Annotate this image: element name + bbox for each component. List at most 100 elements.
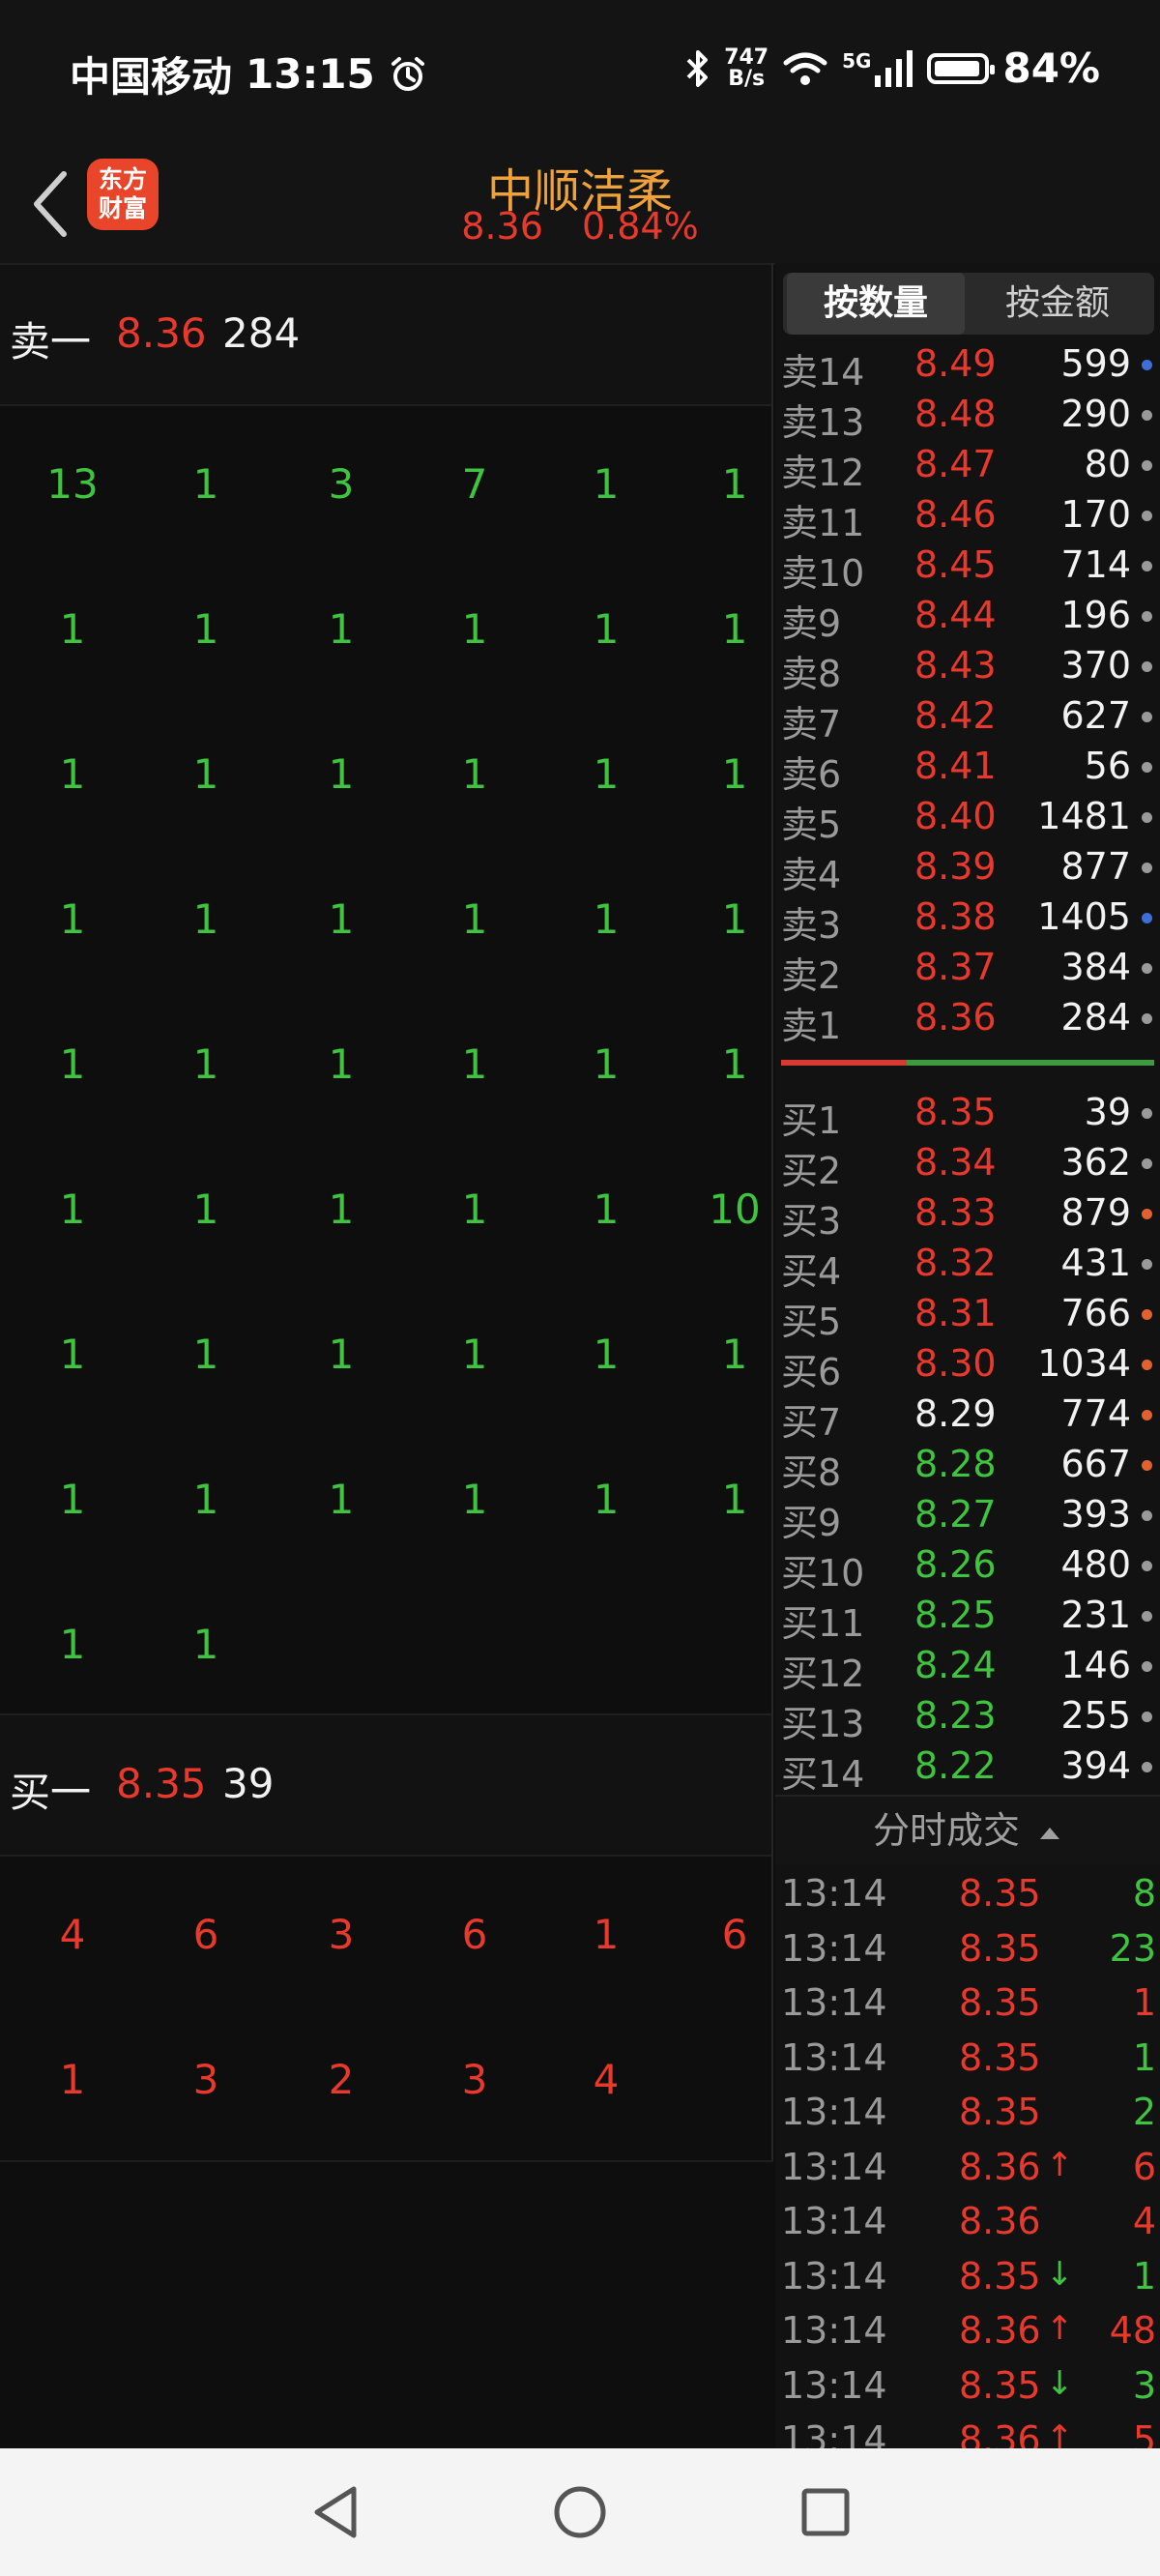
ask-level-qty: 290 [1060,393,1131,435]
ask-level-dot [1142,611,1152,622]
bid-book-row[interactable]: 买7 8.29 774 [775,1389,1160,1444]
tab-by-amount[interactable]: 按金额 [969,273,1146,335]
sell-queue-cell: 1 [721,895,748,943]
bid-level-price: 8.32 [914,1242,997,1284]
tick-price: 8.36 [959,2145,1041,2188]
ask-book-row[interactable]: 卖3 8.38 1405 [775,892,1160,947]
tab-by-quantity[interactable]: 按数量 [787,273,965,335]
bid-book-row[interactable]: 买3 8.33 879 [775,1187,1160,1243]
ask-book-row[interactable]: 卖5 8.40 1481 [775,791,1160,846]
tick-volume: 6 [1132,2145,1156,2188]
buy-queue-cell: 3 [328,1911,355,1958]
tick-price: 8.35 [959,2091,1041,2133]
bid-book-row[interactable]: 买6 8.30 1034 [775,1338,1160,1393]
ask-book-row[interactable]: 卖11 8.46 170 [775,489,1160,544]
tick-time: 13:14 [781,2035,887,2079]
ask-level-qty: 1481 [1037,795,1131,837]
bid-book-row[interactable]: 买12 8.24 146 [775,1640,1160,1695]
bid-level-label: 买6 [781,1351,842,1393]
net-type: 5G [842,48,872,73]
ask-book-row[interactable]: 卖6 8.41 56 [775,741,1160,796]
tick-row: 13:14 8.36 ↑ 48 [775,2301,1160,2356]
bid-book-row[interactable]: 买13 8.23 255 [775,1690,1160,1745]
ask-level-qty: 599 [1060,342,1131,385]
sell-queue-cell: 1 [59,1186,86,1233]
ask-book-row[interactable]: 卖9 8.44 196 [775,590,1160,645]
bid-book-row[interactable]: 买4 8.32 431 [775,1238,1160,1293]
ask-level-qty: 196 [1060,594,1131,636]
caret-up-icon [1040,1828,1060,1839]
sell-queue-row: 1 1 1 1 1 1 [0,1278,773,1423]
sell-queue-cell: 1 [593,1331,620,1378]
ask-level-price: 8.44 [914,594,997,636]
ask-book-row[interactable]: 卖10 8.45 714 [775,540,1160,595]
ask-book-row[interactable]: 卖7 8.42 627 [775,690,1160,746]
sell-queue-cell: 1 [593,750,620,798]
bid-book-row[interactable]: 买10 8.26 480 [775,1539,1160,1595]
bid-book-row[interactable]: 买9 8.27 393 [775,1489,1160,1544]
sell-queue-cell: 1 [593,895,620,943]
nav-recents-icon[interactable] [795,2481,856,2543]
bid-level-qty: 667 [1060,1443,1131,1485]
ask-level-price: 8.43 [914,644,997,687]
ask-book-row[interactable]: 卖12 8.47 80 [775,439,1160,494]
stock-quote: 8.36 0.84% [0,205,1160,248]
bid-level-price: 8.23 [914,1694,997,1737]
bid-book-row[interactable]: 买5 8.31 766 [775,1288,1160,1343]
ask-level-qty: 714 [1060,543,1131,586]
sell-queue-cell: 1 [59,1621,86,1668]
ask-book-row[interactable]: 卖4 8.39 877 [775,841,1160,896]
ask-level-qty: 284 [1060,996,1131,1039]
sell-queue-cell: 1 [192,605,219,653]
sell-queue-cell: 1 [593,605,620,653]
bid-book-row[interactable]: 买2 8.34 362 [775,1137,1160,1192]
bid-level-qty: 431 [1060,1242,1131,1284]
nav-home-icon[interactable] [549,2481,611,2543]
bid-level-dot [1142,1108,1152,1119]
sell-queue-row: 1 1 1 1 1 1 [0,553,773,698]
ask-book-row[interactable]: 卖2 8.37 384 [775,942,1160,997]
bid-level-dot [1142,1360,1152,1370]
ask-level-label: 卖11 [781,502,865,544]
sell-queue-cell: 1 [59,750,86,798]
ask-book-row[interactable]: 卖1 8.36 284 [775,992,1160,1047]
tick-arrow: ↓ [1046,2254,1074,2294]
order-book-tabs: 按数量 按金额 [783,273,1154,335]
ask-level-qty: 56 [1084,745,1131,787]
bid-book-row[interactable]: 买11 8.25 231 [775,1590,1160,1645]
tick-row: 13:14 8.36 ↑ 6 [775,2138,1160,2193]
buy-level-1-row[interactable]: 买一 8.35 39 [0,1713,773,1857]
bid-level-qty: 1034 [1037,1342,1131,1385]
tick-price: 8.35 [959,2254,1041,2298]
ask-book-row[interactable]: 卖13 8.48 290 [775,389,1160,444]
sell-queue-row: 1 1 1 1 1 1 [0,1423,773,1568]
ask-level-dot [1142,661,1152,672]
bid-level-dot [1142,1712,1152,1722]
ticks-list[interactable]: 13:14 8.35 8 13:14 8.35 23 13:14 8.35 1 13:14 8.35… [775,1864,1160,2466]
sell-queue-cell: 1 [461,895,488,943]
bid-level-dot [1142,1762,1152,1772]
ask-book-row[interactable]: 卖14 8.49 599 [775,338,1160,394]
sell-queue-cell: 1 [593,1476,620,1523]
cell-signal-icon: 5G [842,48,914,87]
ask-book-row[interactable]: 卖8 8.43 370 [775,640,1160,695]
bid-book-row[interactable]: 买14 8.22 394 [775,1741,1160,1796]
sell-level-price: 8.36 [116,309,207,357]
bid-book-row[interactable]: 买1 8.35 39 [775,1087,1160,1142]
nav-back-icon[interactable] [305,2481,367,2543]
sell-queue-grid: 13 1 3 7 1 1 1 1 1 1 1 1 1 1 1 1 1 1 1 1 1 1 1 1 1 1 1 1 1 1 1 1 1 1 1 10 1 1… [0,408,773,1713]
sell-queue-cell: 1 [721,460,748,508]
ask-level-label: 卖13 [781,401,865,444]
tick-row: 13:14 8.35 ↓ 3 [775,2356,1160,2412]
bid-book-row[interactable]: 买8 8.28 667 [775,1439,1160,1494]
tick-time: 13:14 [781,2091,887,2133]
net-speed: 747 B/s [724,46,768,90]
tick-volume: 1 [1132,1981,1156,2024]
buy-queue-cell: 3 [192,2056,219,2103]
bid-level-qty: 394 [1060,1744,1131,1787]
ask-level-label: 卖10 [781,552,865,595]
ticks-header[interactable]: 分时成交 [775,1795,1160,1864]
sell-queue-row: 1 1 1 1 1 1 [0,988,773,1133]
sell-level-1-row[interactable]: 卖一 8.36 284 [0,263,773,406]
tick-price: 8.36 [959,2200,1041,2242]
